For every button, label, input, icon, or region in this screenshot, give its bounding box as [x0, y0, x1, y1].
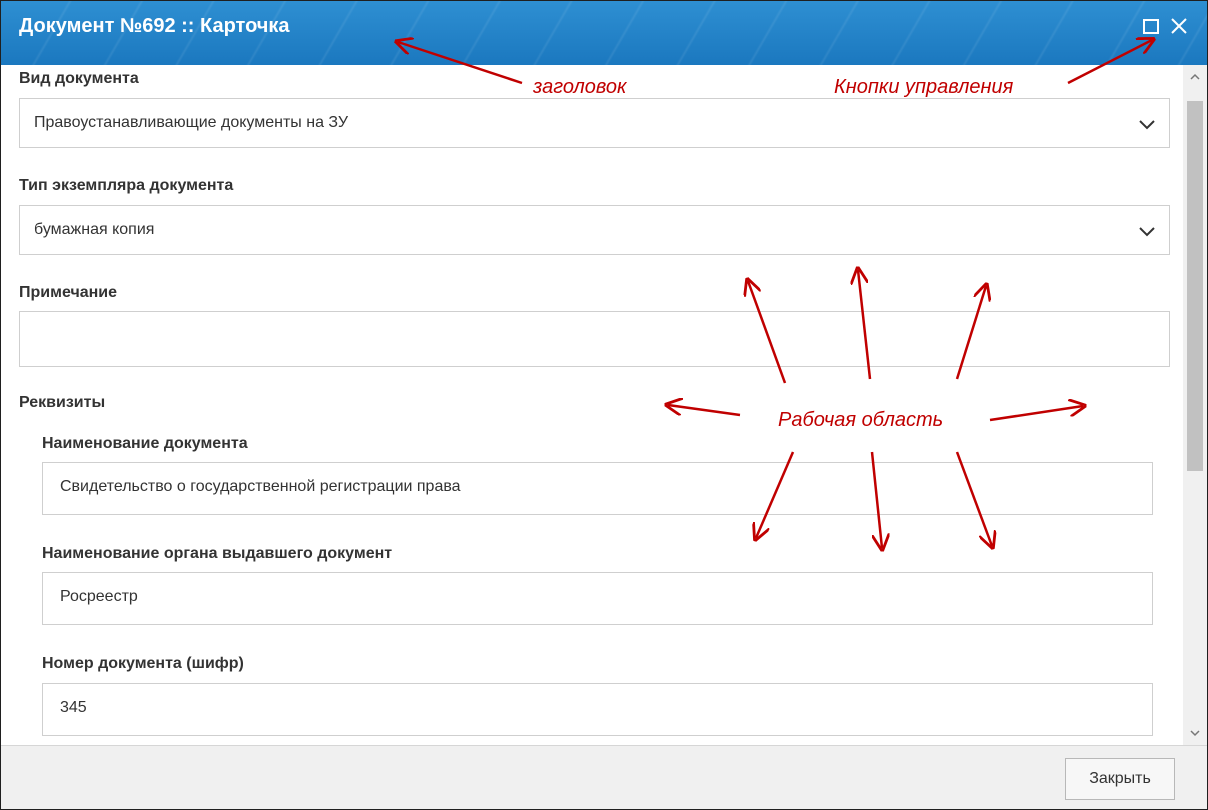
- copy-type-select[interactable]: бумажная копия: [19, 205, 1170, 255]
- close-icon: [1171, 18, 1187, 34]
- maximize-icon: [1143, 19, 1159, 34]
- chevron-down-icon: [1139, 227, 1155, 237]
- requisites-heading: Реквизиты: [19, 394, 106, 411]
- close-window-button[interactable]: [1168, 15, 1190, 37]
- title-bar[interactable]: Документ №692 :: Карточка: [1, 1, 1207, 65]
- doc-type-select[interactable]: Правоустанавливающие документы на ЗУ: [19, 98, 1170, 148]
- note-label: Примечание: [19, 284, 118, 301]
- annotation-header: заголовок: [533, 76, 627, 98]
- number-label: Номер документа (шифр): [42, 655, 244, 672]
- close-button[interactable]: Закрыть: [1065, 758, 1175, 800]
- document-card-window: Документ №692 :: Карточка Вид документа …: [0, 0, 1208, 810]
- annotation-workspace: Рабочая область: [778, 409, 944, 431]
- number-value: 345: [60, 699, 87, 716]
- issuer-label: Наименование органа выдавшего документ: [42, 545, 393, 562]
- doc-type-value: Правоустанавливающие документы на ЗУ: [34, 114, 349, 131]
- chevron-down-icon: [1139, 120, 1155, 130]
- dialog-footer: Закрыть: [1, 745, 1207, 809]
- scrollbar-thumb[interactable]: [1187, 101, 1203, 471]
- vertical-scrollbar[interactable]: [1183, 65, 1207, 745]
- annotation-controls: Кнопки управления: [834, 76, 1014, 98]
- window-title: Документ №692 :: Карточка: [19, 15, 290, 37]
- maximize-button[interactable]: [1141, 15, 1163, 37]
- doc-type-label: Вид документа: [19, 70, 139, 87]
- issuer-value: Росреестр: [60, 588, 138, 605]
- scroll-up-arrow[interactable]: [1183, 65, 1207, 89]
- workspace: Вид документа Правоустанавливающие докум…: [1, 65, 1183, 745]
- scroll-down-arrow[interactable]: [1183, 721, 1207, 745]
- number-input[interactable]: 345: [42, 683, 1153, 736]
- chevron-down-icon: [1190, 730, 1200, 737]
- note-input[interactable]: [19, 311, 1170, 367]
- chevron-up-icon: [1190, 73, 1200, 80]
- issuer-input[interactable]: Росреестр: [42, 572, 1153, 625]
- copy-type-value: бумажная копия: [34, 221, 155, 238]
- doc-name-label: Наименование документа: [42, 435, 248, 452]
- doc-name-input[interactable]: Свидетельство о государственной регистра…: [42, 462, 1153, 515]
- doc-name-value: Свидетельство о государственной регистра…: [60, 478, 461, 495]
- copy-type-label: Тип экземпляра документа: [19, 177, 234, 194]
